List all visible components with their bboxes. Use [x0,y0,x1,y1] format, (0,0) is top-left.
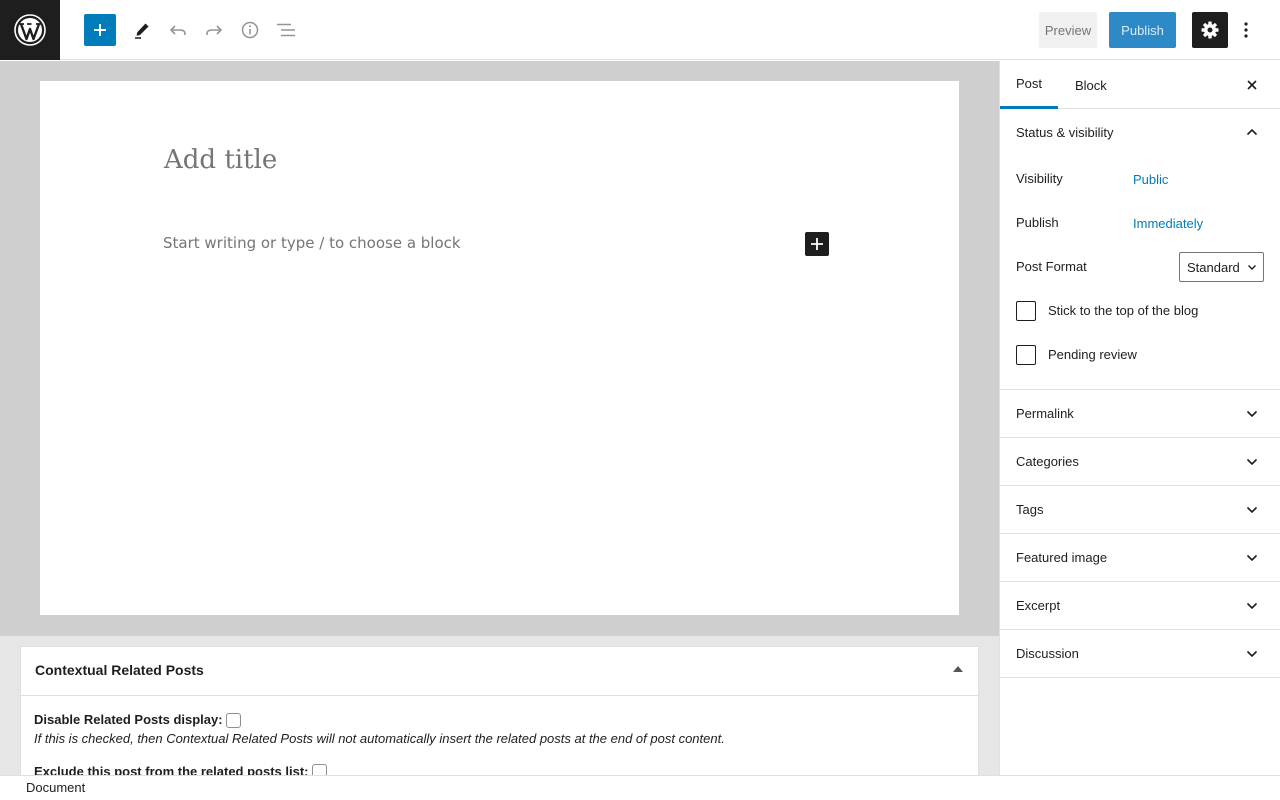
chevron-down-icon[interactable] [1244,502,1260,518]
pending-review-label: Pending review [1048,347,1137,362]
info-icon [241,21,259,39]
panel-divider [1000,389,1280,390]
meta-box-title: Contextual Related Posts [35,662,204,678]
pending-review-checkbox[interactable] [1016,345,1036,365]
post-format-value: Standard [1187,259,1240,275]
chevron-down-icon [1248,265,1256,270]
undo-icon [169,25,186,35]
chevron-down-icon[interactable] [1244,406,1260,422]
post-title-input[interactable]: Add title [164,145,277,175]
wordpress-logo-icon[interactable] [0,0,60,60]
default-block-appender[interactable]: Start writing or type / to choose a bloc… [163,234,461,252]
post-format-select[interactable]: Standard [1179,252,1264,282]
more-options-button[interactable] [1236,14,1256,46]
block-inserter-button[interactable] [84,14,116,46]
sticky-label: Stick to the top of the blog [1048,303,1199,318]
chevron-down-icon[interactable] [1244,646,1260,662]
close-sidebar-button[interactable] [1242,75,1262,95]
discussion-panel-title[interactable]: Discussion [1016,646,1079,661]
block-breadcrumb-bar [0,775,1280,800]
permalink-panel-title[interactable]: Permalink [1016,406,1074,421]
featured-image-panel-title[interactable]: Featured image [1016,550,1107,565]
panel-divider [1000,485,1280,486]
undo-button[interactable] [162,14,194,46]
meta-box-toggle-icon[interactable] [953,666,963,672]
gear-icon [1201,21,1219,39]
chevron-down-icon[interactable] [1244,454,1260,470]
settings-button[interactable] [1192,12,1228,48]
redo-button[interactable] [198,14,230,46]
panel-divider [1000,581,1280,582]
publish-label: Publish [1016,215,1059,230]
visibility-toggle[interactable]: Public [1133,172,1168,187]
disable-related-description: If this is checked, then Contextual Rela… [34,731,725,746]
disable-related-checkbox[interactable] [226,713,241,728]
list-view-button[interactable] [270,14,302,46]
sticky-checkbox[interactable] [1016,301,1036,321]
add-block-button[interactable] [805,232,829,256]
publish-button[interactable]: Publish [1109,12,1176,48]
chevron-up-icon[interactable] [1244,124,1260,140]
disable-related-label: Disable Related Posts display: [34,712,223,727]
status-visibility-panel-title[interactable]: Status & visibility [1016,125,1114,140]
panel-divider [1000,437,1280,438]
list-view-icon [277,23,295,37]
preview-button[interactable]: Preview [1039,12,1097,48]
categories-panel-title[interactable]: Categories [1016,454,1079,469]
tags-panel-title[interactable]: Tags [1016,502,1043,517]
pencil-icon [135,23,149,39]
tools-button[interactable] [126,14,158,46]
publish-date-toggle[interactable]: Immediately [1133,216,1203,231]
redo-icon [206,25,223,35]
visibility-label: Visibility [1016,171,1063,186]
panel-divider [1000,629,1280,630]
post-format-label: Post Format [1016,259,1087,274]
more-vertical-icon [1244,22,1248,38]
panel-divider [1000,533,1280,534]
details-button[interactable] [234,14,266,46]
plus-icon [94,24,106,36]
tab-post[interactable]: Post [1000,61,1058,109]
tab-block[interactable]: Block [1075,61,1107,109]
panel-divider [1000,677,1280,678]
close-icon [1247,80,1257,90]
plus-icon [811,238,823,250]
chevron-down-icon[interactable] [1244,598,1260,614]
excerpt-panel-title[interactable]: Excerpt [1016,598,1060,613]
chevron-down-icon[interactable] [1244,550,1260,566]
breadcrumb-document[interactable]: Document [26,780,85,795]
